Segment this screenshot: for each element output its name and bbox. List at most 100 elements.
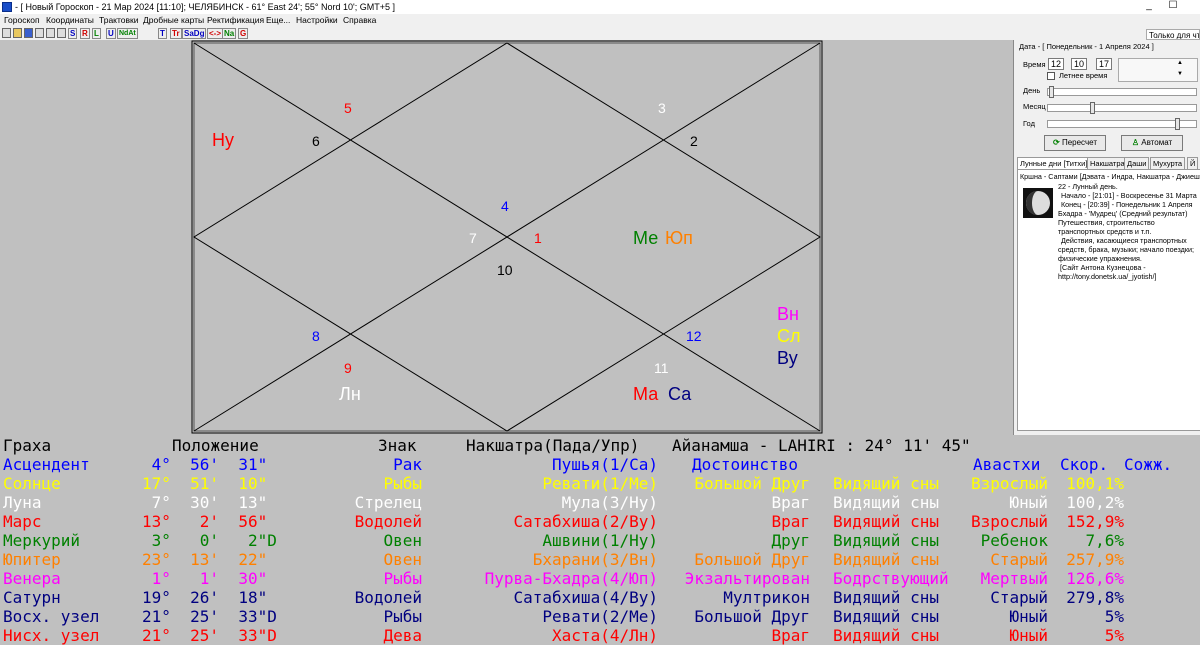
time-spinner[interactable]: ▲ ▼: [1118, 58, 1198, 82]
row-state: Видящий сны: [833, 588, 939, 607]
info-line-vehicles: средств, брака, музыки; начало поездки;: [1058, 245, 1194, 254]
menu-interpretations[interactable]: Трактовки: [99, 14, 139, 27]
house-10-number: 10: [497, 262, 513, 278]
row-state: Видящий сны: [833, 512, 939, 531]
row-nakshatra: Ревати(2/Ме): [542, 607, 658, 626]
row-planet-name: Меркурий: [3, 531, 81, 550]
row-sign: Рак: [393, 455, 422, 474]
toolbar-tr-button[interactable]: Tr: [170, 28, 182, 39]
row-dignity: Экзальтирован: [684, 569, 810, 588]
row-sign: Рыбы: [383, 569, 422, 588]
row-sign: Водолей: [354, 588, 422, 607]
header-sign: Знак: [378, 436, 417, 455]
auto-button[interactable]: ♙ Автомат: [1121, 135, 1183, 151]
minutes-field[interactable]: 10: [1071, 58, 1087, 70]
tab-nakshatra[interactable]: Накшатра: [1087, 157, 1128, 169]
toolbar-r-button[interactable]: R: [80, 28, 90, 39]
toolbar-u-button[interactable]: U: [106, 28, 116, 39]
toolbar-s-button[interactable]: S: [68, 28, 78, 39]
toolbar-ndat-button[interactable]: NdAt: [117, 28, 138, 39]
info-line-travel: Путешествия, строительство: [1058, 218, 1155, 227]
menu-divisional-charts[interactable]: Дробные карты: [143, 14, 204, 27]
row-sign: Рыбы: [383, 474, 422, 493]
house-12-number: 12: [686, 328, 702, 344]
month-slider-thumb[interactable]: [1090, 102, 1095, 114]
row-dignity: Большой Друг: [694, 607, 810, 626]
row-speed: 7,6%: [1085, 531, 1124, 550]
maximize-button[interactable]: ☐: [1165, 0, 1181, 14]
row-position: 3° 0' 2"D: [142, 531, 277, 550]
seconds-field[interactable]: 17: [1096, 58, 1112, 70]
year-slider-thumb[interactable]: [1175, 118, 1180, 130]
row-planet-name: Асцендент: [3, 455, 90, 474]
row-avastha: Старый: [990, 588, 1048, 607]
row-nakshatra: Хаста(4/Лн): [552, 626, 658, 645]
open-folder-icon[interactable]: [13, 28, 22, 38]
header-avastha: Авастхи: [973, 455, 1041, 474]
row-position: 13° 2' 56": [142, 512, 268, 531]
menu-help[interactable]: Справка: [343, 14, 376, 27]
menu-bar: Гороскоп Координаты Трактовки Дробные ка…: [0, 14, 1200, 27]
recalculate-button[interactable]: ⟳ Пересчет: [1044, 135, 1106, 151]
spin-down-icon[interactable]: ▼: [1177, 71, 1183, 77]
minimize-button[interactable]: _: [1141, 0, 1157, 14]
row-nakshatra: Сатабхиша(2/Ву): [513, 512, 659, 531]
copy-icon[interactable]: [57, 28, 66, 38]
row-speed: 100,2%: [1066, 493, 1124, 512]
tab-lunar-days[interactable]: Лунные дни [Титхи]: [1017, 157, 1091, 169]
row-planet-name: Солнце: [3, 474, 61, 493]
app-icon: [2, 2, 12, 12]
menu-settings[interactable]: Настройки: [296, 14, 338, 27]
readonly-checkbox-label[interactable]: Только для чтения: [1146, 29, 1200, 40]
lunar-day-info-box: Кршна - Саптами [Дэвата - Индра, Накшатр…: [1017, 169, 1200, 431]
planet-moon-label: Лн: [339, 384, 361, 404]
row-planet-name: Восх. узел: [3, 607, 100, 626]
recalculate-label: Пересчет: [1061, 138, 1097, 147]
row-state: Видящий сны: [833, 626, 939, 645]
runner-icon: ♙: [1131, 138, 1140, 147]
toolbar-swap-button[interactable]: <->: [207, 28, 224, 39]
planet-ketu-label: Са: [668, 384, 692, 404]
toolbar-sadg-button[interactable]: SaDg: [182, 28, 207, 39]
row-avastha: Взрослый: [970, 512, 1048, 531]
row-position: 21° 25' 33"D: [142, 626, 277, 645]
horoscope-chart: 5 3 6 2 4 7 1 10 8 12 9 11 Ну Ме Юп Вн С…: [0, 40, 1012, 435]
day-slider[interactable]: [1047, 86, 1197, 98]
row-avastha: Взрослый: [970, 474, 1048, 493]
save-disk-icon[interactable]: [24, 28, 33, 38]
row-position: 21° 25' 33"D: [142, 607, 277, 626]
row-dignity: Большой Друг: [694, 550, 810, 569]
toolbar-na-button[interactable]: Na: [222, 28, 237, 39]
info-line-start: Начало - [21:01] - Воскресенье 31 Марта: [1061, 191, 1197, 200]
print-icon[interactable]: [35, 28, 44, 38]
row-avastha: Ребенок: [980, 531, 1048, 550]
row-planet-name: Сатурн: [3, 588, 61, 607]
menu-more[interactable]: Еще...: [266, 14, 290, 27]
tab-muhurta[interactable]: Мухурта: [1150, 157, 1186, 169]
moon-phase-icon: [1023, 188, 1053, 218]
menu-horoscope[interactable]: Гороскоп: [4, 14, 40, 27]
toolbar-g-button[interactable]: G: [238, 28, 249, 39]
row-nakshatra: Ревати(1/Ме): [542, 474, 658, 493]
info-line-url[interactable]: http://tony.donetsk.ua/_jyotish/]: [1058, 272, 1157, 281]
toolbar-t-button[interactable]: T: [158, 28, 167, 39]
planet-mars-label: Ма: [633, 384, 659, 404]
row-position: 17° 51' 10": [142, 474, 268, 493]
spin-up-icon[interactable]: ▲: [1177, 60, 1183, 66]
tab-more[interactable]: Й: [1187, 157, 1199, 169]
toolbar-l-button[interactable]: L: [92, 28, 101, 39]
header-graha: Граха: [3, 436, 52, 455]
menu-rectification[interactable]: Ректификация: [207, 14, 264, 27]
summer-time-checkbox[interactable]: [1047, 72, 1055, 80]
hours-field[interactable]: 12: [1048, 58, 1064, 70]
new-file-icon[interactable]: [2, 28, 11, 38]
year-slider[interactable]: [1047, 118, 1197, 130]
preview-icon[interactable]: [46, 28, 55, 38]
month-slider[interactable]: [1047, 102, 1197, 114]
info-line-tithi: Кршна - Саптами [Дэвата - Индра, Накшатр…: [1020, 172, 1200, 181]
tab-dasha[interactable]: Даши: [1124, 157, 1150, 169]
row-dignity: Большой Друг: [694, 474, 810, 493]
day-slider-thumb[interactable]: [1049, 86, 1054, 98]
menu-coordinates[interactable]: Координаты: [46, 14, 94, 27]
month-label: Месяц: [1023, 102, 1046, 111]
